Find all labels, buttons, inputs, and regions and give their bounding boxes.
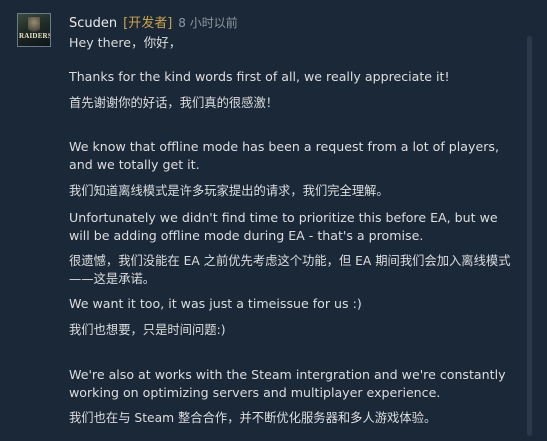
author-name[interactable]: Scuden <box>69 16 117 31</box>
paragraph-greeting: Hey there，你好， <box>69 35 182 50</box>
paragraph-offline-request-cn: 我们知道离线模式是许多玩家提出的请求，我们完全理解。 <box>69 184 389 198</box>
paragraph-timeissue-cn: 我们也想要，只是时间问题:) <box>69 323 226 337</box>
avatar-logo: RAIDERS <box>19 32 51 40</box>
paragraph-timeissue-en: We want it too, it was just a timeissue … <box>69 296 362 311</box>
paragraph-steam-en: We're also at works with the Steam inter… <box>69 367 510 400</box>
timestamp: 8 小时以前 <box>178 16 238 30</box>
paragraph-steam-cn: 我们也在与 Steam 整合合作，并不断优化服务器和多人游戏体验。 <box>69 411 437 425</box>
paragraph-thanks-cn: 首先谢谢你的好话，我们真的很感激！ <box>69 96 279 110</box>
comment-card: RAIDERS Scuden [开发者] 8 小时以前 Hey there，你好， … <box>0 0 547 441</box>
paragraph-promise-cn: 很遗憾，我们没能在 EA 之前优先考虑这个功能，但 EA 期间我们会加入离线模式… <box>69 254 511 286</box>
comment-header: Scuden [开发者] 8 小时以前 <box>69 12 238 31</box>
paragraph-promise-en: Unfortunately we didn't find time to pri… <box>69 210 502 243</box>
paragraph-offline-request-en: We know that offline mode has been a req… <box>69 139 503 172</box>
scrollbar[interactable] <box>527 36 532 436</box>
paragraph-thanks-en: Thanks for the kind words first of all, … <box>69 69 450 84</box>
avatar[interactable]: RAIDERS <box>17 13 51 47</box>
developer-badge: [开发者] <box>123 16 173 31</box>
